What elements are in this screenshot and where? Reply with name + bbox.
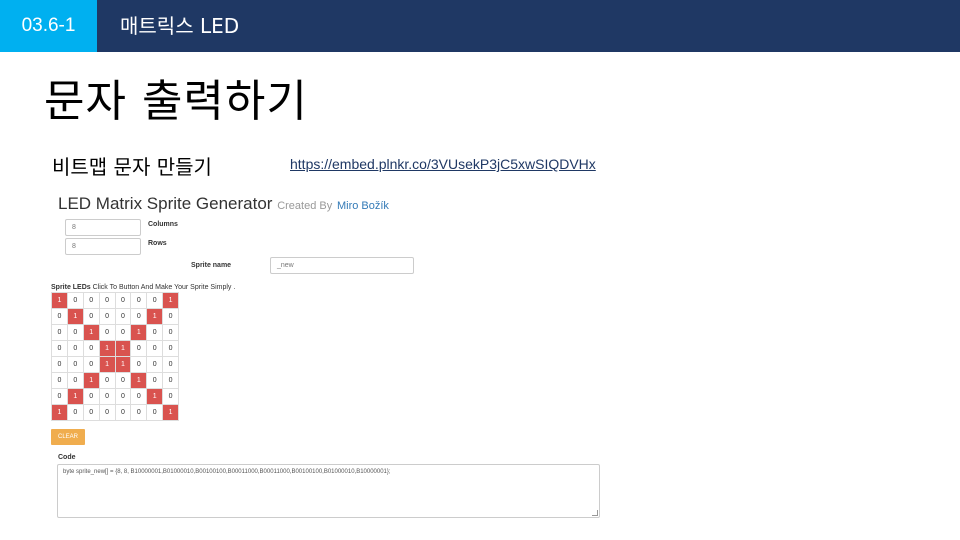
led-cell[interactable]: 1 (162, 292, 179, 309)
code-text: byte sprite_new[] = {8, 8, B10000001,B01… (63, 469, 391, 475)
led-cell[interactable]: 1 (51, 404, 68, 421)
led-cell[interactable]: 0 (146, 404, 164, 421)
rows-label: Rows (148, 240, 167, 247)
led-cell[interactable]: 0 (114, 292, 132, 309)
led-cell[interactable]: 0 (130, 404, 148, 421)
led-cell[interactable]: 0 (162, 340, 179, 357)
sprite-name-label: Sprite name (191, 262, 232, 269)
led-cell[interactable]: 0 (130, 340, 148, 357)
led-cell[interactable]: 0 (98, 372, 116, 389)
led-cell[interactable]: 0 (162, 388, 179, 405)
led-cell[interactable]: 0 (114, 404, 132, 421)
led-cell[interactable]: 1 (98, 356, 116, 373)
section-title: 매트릭스 LED (120, 14, 240, 38)
led-cell[interactable]: 0 (82, 388, 100, 405)
author-link[interactable]: Miro Božík (337, 200, 389, 212)
slide-title: 문자 출력하기 (44, 76, 308, 127)
led-cell[interactable]: 0 (130, 292, 148, 309)
led-cell[interactable]: 1 (66, 388, 84, 405)
led-cell[interactable]: 0 (98, 292, 116, 309)
led-cell[interactable]: 1 (146, 388, 164, 405)
led-cell[interactable]: 0 (146, 292, 164, 309)
led-cell[interactable]: 0 (146, 324, 164, 341)
led-cell[interactable]: 1 (82, 372, 100, 389)
led-cell[interactable]: 0 (114, 324, 132, 341)
led-cell[interactable]: 0 (66, 404, 84, 421)
led-row: 00011000 (51, 356, 179, 373)
led-cell[interactable]: 1 (66, 308, 84, 325)
led-cell[interactable]: 0 (98, 388, 116, 405)
led-cell[interactable]: 0 (51, 388, 68, 405)
led-cell[interactable]: 0 (51, 356, 68, 373)
led-cell[interactable]: 0 (98, 308, 116, 325)
led-cell[interactable]: 0 (82, 356, 100, 373)
led-row: 00011000 (51, 340, 179, 357)
led-cell[interactable]: 1 (130, 372, 148, 389)
led-cell[interactable]: 0 (51, 324, 68, 341)
led-cell[interactable]: 1 (146, 308, 164, 325)
led-cell[interactable]: 0 (51, 340, 68, 357)
led-row: 10000001 (51, 292, 179, 309)
led-cell[interactable]: 0 (66, 372, 84, 389)
code-textarea[interactable]: byte sprite_new[] = {8, 8, B10000001,B01… (57, 464, 600, 518)
section-number: 03.6-1 (0, 0, 97, 52)
led-grid: 1000000101000010001001000001100000011000… (51, 292, 179, 421)
led-cell[interactable]: 1 (162, 404, 179, 421)
clear-button[interactable]: CLEAR (51, 429, 85, 445)
sprite-leds-label: Sprite LEDs Click To Button And Make You… (51, 284, 235, 291)
led-cell[interactable]: 0 (66, 356, 84, 373)
led-row: 01000010 (51, 308, 179, 325)
sprite-leds-hint: Click To Button And Make Your Sprite Sim… (92, 284, 236, 291)
led-cell[interactable]: 0 (82, 308, 100, 325)
columns-label: Columns (148, 221, 178, 228)
led-cell[interactable]: 0 (66, 292, 84, 309)
code-label: Code (58, 454, 76, 461)
led-cell[interactable]: 0 (146, 340, 164, 357)
app-title-text: LED Matrix Sprite Generator (58, 194, 273, 213)
led-cell[interactable]: 0 (162, 372, 179, 389)
led-cell[interactable]: 0 (114, 308, 132, 325)
led-cell[interactable]: 0 (162, 308, 179, 325)
led-cell[interactable]: 0 (82, 404, 100, 421)
led-cell[interactable]: 1 (51, 292, 68, 309)
header-bar: 03.6-1 매트릭스 LED (0, 0, 960, 52)
led-row: 10000001 (51, 404, 179, 421)
led-cell[interactable]: 0 (51, 308, 68, 325)
led-row: 00100100 (51, 372, 179, 389)
led-cell[interactable]: 0 (114, 388, 132, 405)
led-cell[interactable]: 0 (146, 372, 164, 389)
led-cell[interactable]: 1 (82, 324, 100, 341)
led-cell[interactable]: 1 (114, 356, 132, 373)
led-cell[interactable]: 0 (146, 356, 164, 373)
led-row: 00100100 (51, 324, 179, 341)
sprite-generator-screenshot: LED Matrix Sprite Generator Created By M… (48, 192, 618, 527)
led-cell[interactable]: 0 (98, 404, 116, 421)
led-cell[interactable]: 1 (130, 324, 148, 341)
led-cell[interactable]: 0 (162, 356, 179, 373)
slide-subtitle: 비트맵 문자 만들기 (52, 155, 212, 179)
led-cell[interactable]: 0 (130, 308, 148, 325)
led-cell[interactable]: 0 (130, 388, 148, 405)
resize-grip-icon[interactable] (592, 510, 598, 516)
led-cell[interactable]: 1 (114, 340, 132, 357)
created-by-text: Created By (277, 200, 333, 212)
columns-input[interactable]: 8 (65, 219, 141, 236)
led-cell[interactable]: 0 (82, 292, 100, 309)
sprite-name-input[interactable]: _new (270, 257, 414, 274)
led-cell[interactable]: 0 (66, 324, 84, 341)
led-cell[interactable]: 0 (162, 324, 179, 341)
led-cell[interactable]: 0 (82, 340, 100, 357)
app-title: LED Matrix Sprite Generator Created By M… (58, 194, 389, 214)
led-cell[interactable]: 0 (114, 372, 132, 389)
plnkr-link[interactable]: https://embed.plnkr.co/3VUsekP3jC5xwSIQD… (290, 156, 596, 172)
rows-input[interactable]: 8 (65, 238, 141, 255)
led-row: 01000010 (51, 388, 179, 405)
led-cell[interactable]: 0 (98, 324, 116, 341)
led-cell[interactable]: 0 (51, 372, 68, 389)
led-cell[interactable]: 1 (98, 340, 116, 357)
sprite-leds-title: Sprite LEDs (51, 284, 91, 291)
led-cell[interactable]: 0 (66, 340, 84, 357)
led-cell[interactable]: 0 (130, 356, 148, 373)
